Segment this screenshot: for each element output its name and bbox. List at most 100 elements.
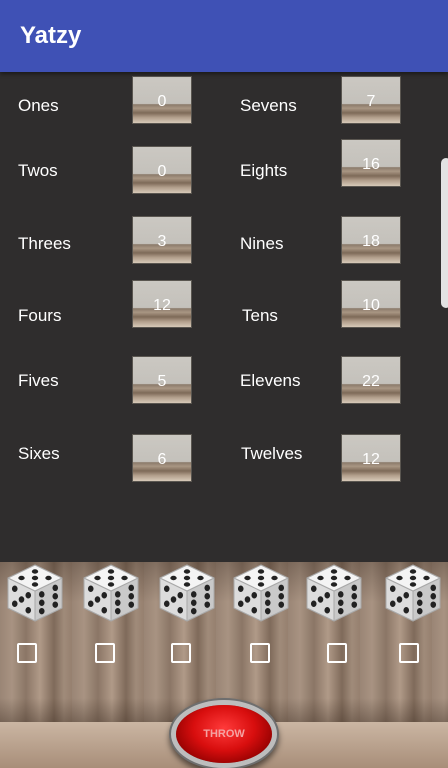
die-6-pip [416, 591, 423, 598]
die-2-pip [128, 584, 135, 592]
score-value-elevens: 22 [362, 373, 380, 390]
die-5-pip [344, 575, 351, 581]
die-5-pip [337, 607, 344, 615]
throw-button[interactable]: THROW [176, 705, 272, 763]
hold-checkbox-4[interactable] [250, 643, 270, 663]
die-5-pip [317, 596, 324, 603]
die-2-pip [128, 593, 135, 600]
scroll-handle[interactable] [441, 158, 448, 308]
hold-checkbox-2[interactable] [95, 643, 115, 663]
hold-checkbox-6[interactable] [399, 643, 419, 663]
die-3-pip [177, 607, 184, 614]
die-4-pip [264, 607, 271, 615]
die-6-pip [396, 596, 403, 603]
die-4-pip [278, 601, 285, 608]
score-box-twos[interactable]: 0 [132, 146, 192, 194]
score-value-threes: 3 [157, 233, 167, 250]
die-2[interactable] [80, 562, 142, 624]
die-1-pip [25, 592, 32, 599]
die-4-pip [257, 569, 265, 574]
score-value-tens: 10 [362, 297, 380, 314]
score-box-elevens[interactable]: 22 [341, 356, 401, 404]
die-1-pip [31, 569, 39, 574]
die-1-pip [52, 593, 59, 600]
die-3-pip [163, 600, 170, 607]
die-6-pip [423, 575, 430, 581]
die-5-pip [310, 585, 317, 592]
die-1-pip [31, 575, 39, 581]
score-value-twos: 0 [157, 163, 167, 180]
score-value-eights: 16 [362, 156, 380, 173]
die-4-pip [244, 596, 251, 603]
die-6-pip [403, 592, 410, 599]
score-box-sixes[interactable]: 6 [132, 434, 192, 482]
score-value-sixes: 6 [157, 451, 167, 468]
category-label-twelves: Twelves [241, 444, 303, 463]
score-board: Ones 0 Twos 0 Threes 3 Fours 12 Fives 5 … [0, 72, 448, 562]
die-2-pip [94, 575, 101, 581]
die-6-pip [396, 575, 403, 581]
die-6-pip [389, 600, 396, 607]
score-box-threes[interactable]: 3 [132, 216, 192, 264]
die-1-pip [18, 596, 25, 603]
die-2-pip [107, 569, 115, 574]
hold-checkbox-3[interactable] [171, 643, 191, 663]
score-box-eights[interactable]: 16 [341, 139, 401, 187]
score-box-tens[interactable]: 10 [341, 280, 401, 328]
die-3-pip [197, 575, 204, 581]
category-label-threes: Threes [18, 234, 71, 253]
die-6-pip [389, 585, 396, 592]
die-2-pip [94, 596, 101, 603]
die-4-pip [244, 575, 251, 581]
die-3[interactable] [156, 562, 218, 624]
die-4-pip [251, 592, 258, 599]
die-4-pip [237, 585, 244, 592]
die-4-pip [264, 591, 271, 598]
score-box-sevens[interactable]: 7 [341, 76, 401, 124]
score-box-fives[interactable]: 5 [132, 356, 192, 404]
score-box-fours[interactable]: 12 [132, 280, 192, 328]
score-value-sevens: 7 [366, 93, 376, 110]
category-label-ones: Ones [18, 96, 59, 115]
die-2-pip [87, 600, 94, 607]
score-box-nines[interactable]: 18 [341, 216, 401, 264]
category-label-fours: Fours [18, 306, 62, 325]
category-label-fives: Fives [18, 371, 59, 390]
die-2-pip [87, 585, 94, 592]
die-6[interactable] [382, 562, 444, 624]
die-4-pip [278, 584, 285, 592]
die-4-pip [278, 593, 285, 600]
die-3-pip [183, 569, 191, 574]
die-5[interactable] [303, 562, 365, 624]
die-1-pip [25, 607, 32, 614]
score-value-fours: 12 [153, 297, 171, 314]
die-3-pip [177, 592, 184, 599]
die-4-pip [271, 575, 278, 581]
die-2-pip [101, 607, 108, 614]
die-2-pip [121, 575, 128, 581]
die-3-pip [183, 582, 191, 587]
die-5-pip [351, 584, 358, 592]
hold-checkbox-5[interactable] [327, 643, 347, 663]
score-box-ones[interactable]: 0 [132, 76, 192, 124]
hold-checkbox-1[interactable] [17, 643, 37, 663]
die-2-pip [107, 582, 115, 587]
die-2-pip [114, 599, 121, 606]
die-5-pip [324, 592, 331, 599]
die-6-pip [409, 582, 417, 587]
category-label-tens: Tens [242, 306, 278, 325]
die-6-pip [430, 601, 437, 608]
die-2-pip [114, 607, 121, 615]
die-3-pip [190, 607, 197, 615]
die-1[interactable] [4, 562, 66, 624]
score-box-twelves[interactable]: 12 [341, 434, 401, 482]
die-4[interactable] [230, 562, 292, 624]
die-2-pip [114, 591, 121, 598]
score-value-nines: 18 [362, 233, 380, 250]
category-label-elevens: Elevens [240, 371, 301, 390]
die-3-pip [204, 584, 211, 592]
die-5-pip [310, 600, 317, 607]
score-value-fives: 5 [157, 373, 167, 390]
die-1-pip [11, 600, 18, 607]
die-6-pip [403, 607, 410, 614]
